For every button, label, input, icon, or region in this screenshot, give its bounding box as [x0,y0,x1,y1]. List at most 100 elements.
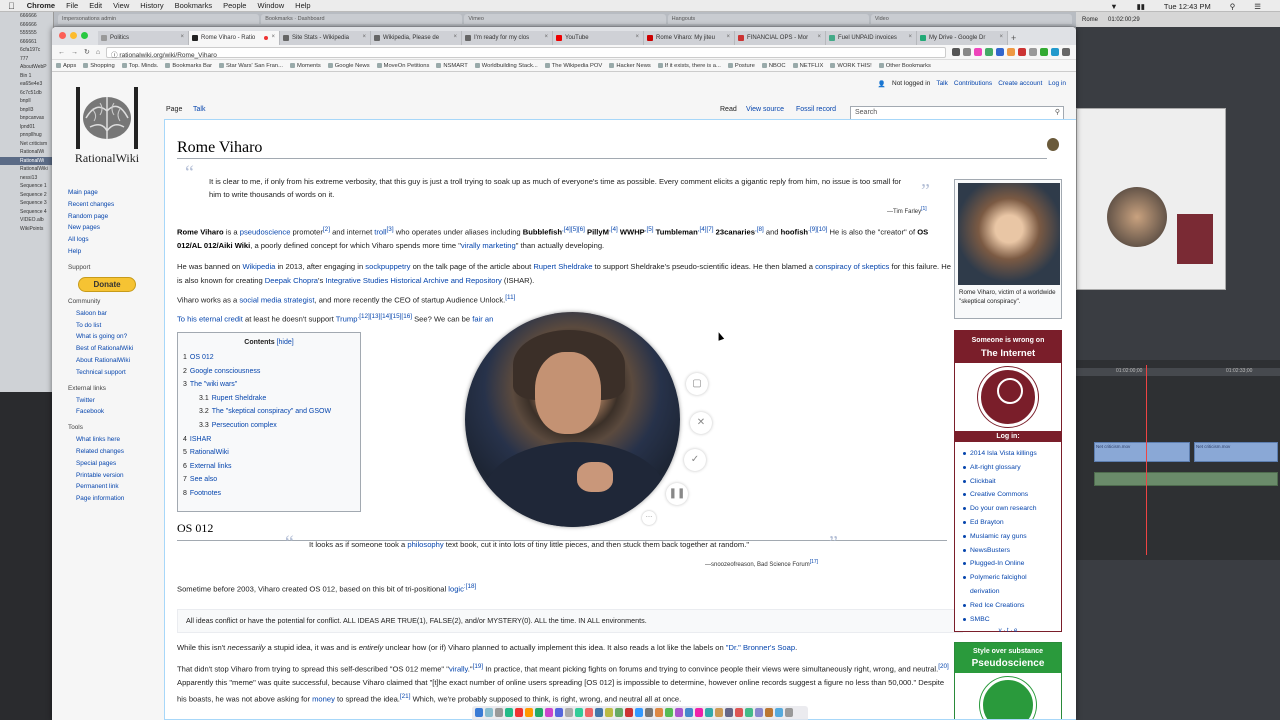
navbox-link[interactable]: SMBC [963,613,1057,627]
pause-recording-icon[interactable]: ❚❚ [666,483,688,505]
search-icon[interactable]: ⚲ [1230,2,1236,11]
fair-link[interactable]: fair an [472,315,493,324]
bin-item[interactable]: bnpll [0,97,53,106]
bookmark-item[interactable]: WORK THIS! [830,63,871,69]
bookmark-item[interactable]: The Wikipedia POV [545,63,603,69]
sockpuppetry-link[interactable]: sockpuppetry [365,262,410,271]
sidebar-link[interactable]: Special pages [68,458,160,470]
close-tab-icon[interactable]: × [544,34,548,40]
bin-item[interactable]: bnpcanvas [0,114,53,123]
pseudoscience-link[interactable]: pseudoscience [240,228,291,237]
portrait-photo[interactable] [958,183,1060,285]
philosophy-link[interactable]: philosophy [407,540,443,549]
logic-link[interactable]: logic [448,585,464,594]
tab-7[interactable]: FINANCIAL OPS - Mor × [735,31,826,45]
toc-item[interactable]: 2 Google consciousness [183,365,355,379]
bookmark-item[interactable]: Moments [290,63,321,69]
user-talk-link[interactable]: Talk [936,80,948,88]
tab-4[interactable]: I'm ready for my clos × [462,31,553,45]
dock-app-icon[interactable] [475,708,483,717]
bin-item[interactable]: VIDEO.alb [0,216,53,225]
forward-icon[interactable]: → [71,49,78,56]
social-media-strategist-link[interactable]: social media strategist [239,296,314,305]
tab-0[interactable]: Politics × [98,31,189,45]
zoom-icon[interactable] [963,48,971,56]
rupert-sheldrake-link[interactable]: Rupert Sheldrake [533,262,592,271]
navbox-link[interactable]: Muslamic ray guns [963,530,1057,544]
sidebar-link[interactable]: What is going on? [68,331,160,343]
navbox-link[interactable]: Creative Commons [963,488,1057,502]
navbox-link[interactable]: Plugged-In Online [963,557,1057,571]
donate-button[interactable]: Donate [78,276,136,292]
toc-link[interactable]: Google consciousness [190,368,260,375]
clock[interactable]: Tue 12:43 PM [1164,2,1211,11]
toc-link[interactable]: RationalWiki [190,449,229,456]
sidebar-link[interactable]: Permanent link [68,481,160,493]
navbox-link[interactable]: 2014 Isla Vista killings [963,447,1057,461]
back-icon[interactable]: ← [58,49,65,56]
navbox-link[interactable]: Alt-right glossary [963,461,1057,475]
dock-app-icon[interactable] [755,708,763,717]
menu-bookmarks[interactable]: Bookmarks [175,1,213,10]
sidebar-link[interactable]: Main page [68,187,160,199]
toc-link[interactable]: The "wiki wars" [190,381,237,388]
home-icon[interactable]: ⌂ [96,49,100,56]
sidebar-link[interactable]: Saloon bar [68,308,160,320]
battery-icon[interactable]: ▮▮ [1137,2,1145,11]
bookmark-item[interactable]: Worldbuilding Stack... [475,63,538,69]
toc-item[interactable]: 3.2 The "skeptical conspiracy" and GSOW [183,405,355,419]
extension-icon[interactable] [985,48,993,56]
toc-item[interactable]: 1 OS 012 [183,351,355,365]
dock-app-icon[interactable] [515,708,523,717]
sidebar-link[interactable]: Random page [68,211,160,223]
bin-item[interactable]: 666666 [0,21,53,30]
wikipedia-link[interactable]: Wikipedia [242,262,275,271]
toc-item[interactable]: 3.1 Rupert Sheldrake [183,392,355,406]
tab-page[interactable]: Page [166,106,182,113]
camera-toggle-icon[interactable]: ▢ [686,373,708,395]
bin-item[interactable]: Sequence 3 [0,199,53,208]
dock-app-icon[interactable] [535,708,543,717]
toc-link[interactable]: ISHAR [190,436,211,443]
reference-link[interactable]: [21] [400,693,411,700]
address-bar[interactable]: ⓘ rationalwiki.org/wiki/Rome_Viharo [106,46,946,59]
close-tab-icon[interactable]: × [635,34,639,40]
bookmark-item[interactable]: If it exists, there is a... [658,63,721,69]
close-tab-icon[interactable]: × [180,34,184,40]
toc-link[interactable]: See also [190,476,217,483]
menu-window[interactable]: Window [257,1,284,10]
sidebar-link[interactable]: Recent changes [68,199,160,211]
toc-link[interactable]: The "skeptical conspiracy" and GSOW [212,408,331,415]
bookmark-item[interactable]: Posture [728,63,755,69]
right-app-tab[interactable]: Rome [1082,17,1098,23]
bin-item[interactable]: RationalWiki [0,165,53,174]
bin-item[interactable]: bnpll3 [0,106,53,115]
sidebar-link[interactable]: To do list [68,320,160,332]
deepak-chopra-link[interactable]: Deepak Chopra [265,276,318,285]
navbox-link[interactable]: Do your own research [963,502,1057,516]
tab-read[interactable]: Read [720,106,737,113]
cast-icon[interactable] [952,48,960,56]
wifi-icon[interactable]: ▼ [1110,2,1117,11]
bin-item[interactable]: 666666 [0,12,53,21]
bin-item[interactable]: ea65e4e3 [0,80,53,89]
bin-item[interactable]: 555555 [0,29,53,38]
eternal-credit-link[interactable]: To his eternal credit [177,315,243,324]
dock-app-icon[interactable] [745,708,753,717]
toc-item[interactable]: 8 Footnotes [183,487,355,501]
apple-menu-icon[interactable]:  [8,1,15,11]
reference-link[interactable]: [19] [473,663,484,670]
more-options-icon[interactable]: … [642,511,656,525]
reference-link[interactable]: .[9][10] [808,226,827,233]
tab-2[interactable]: Site Stats - Wikipedia × [280,31,371,45]
sidebar-link[interactable]: Printable version [68,470,160,482]
dock-app-icon[interactable] [495,708,503,717]
bookmark-item[interactable]: NBOC [762,63,786,69]
app-menu[interactable]: Chrome [27,1,55,10]
reference-link[interactable]: ,[5] [645,226,654,233]
tab-1[interactable]: Rome Viharo - Ratio × [189,31,280,45]
sidebar-link[interactable]: New pages [68,222,160,234]
sidebar-link[interactable]: Help [68,246,160,258]
bin-item[interactable]: AboutWebP [0,63,53,72]
bookmark-item[interactable]: Apps [56,63,76,69]
